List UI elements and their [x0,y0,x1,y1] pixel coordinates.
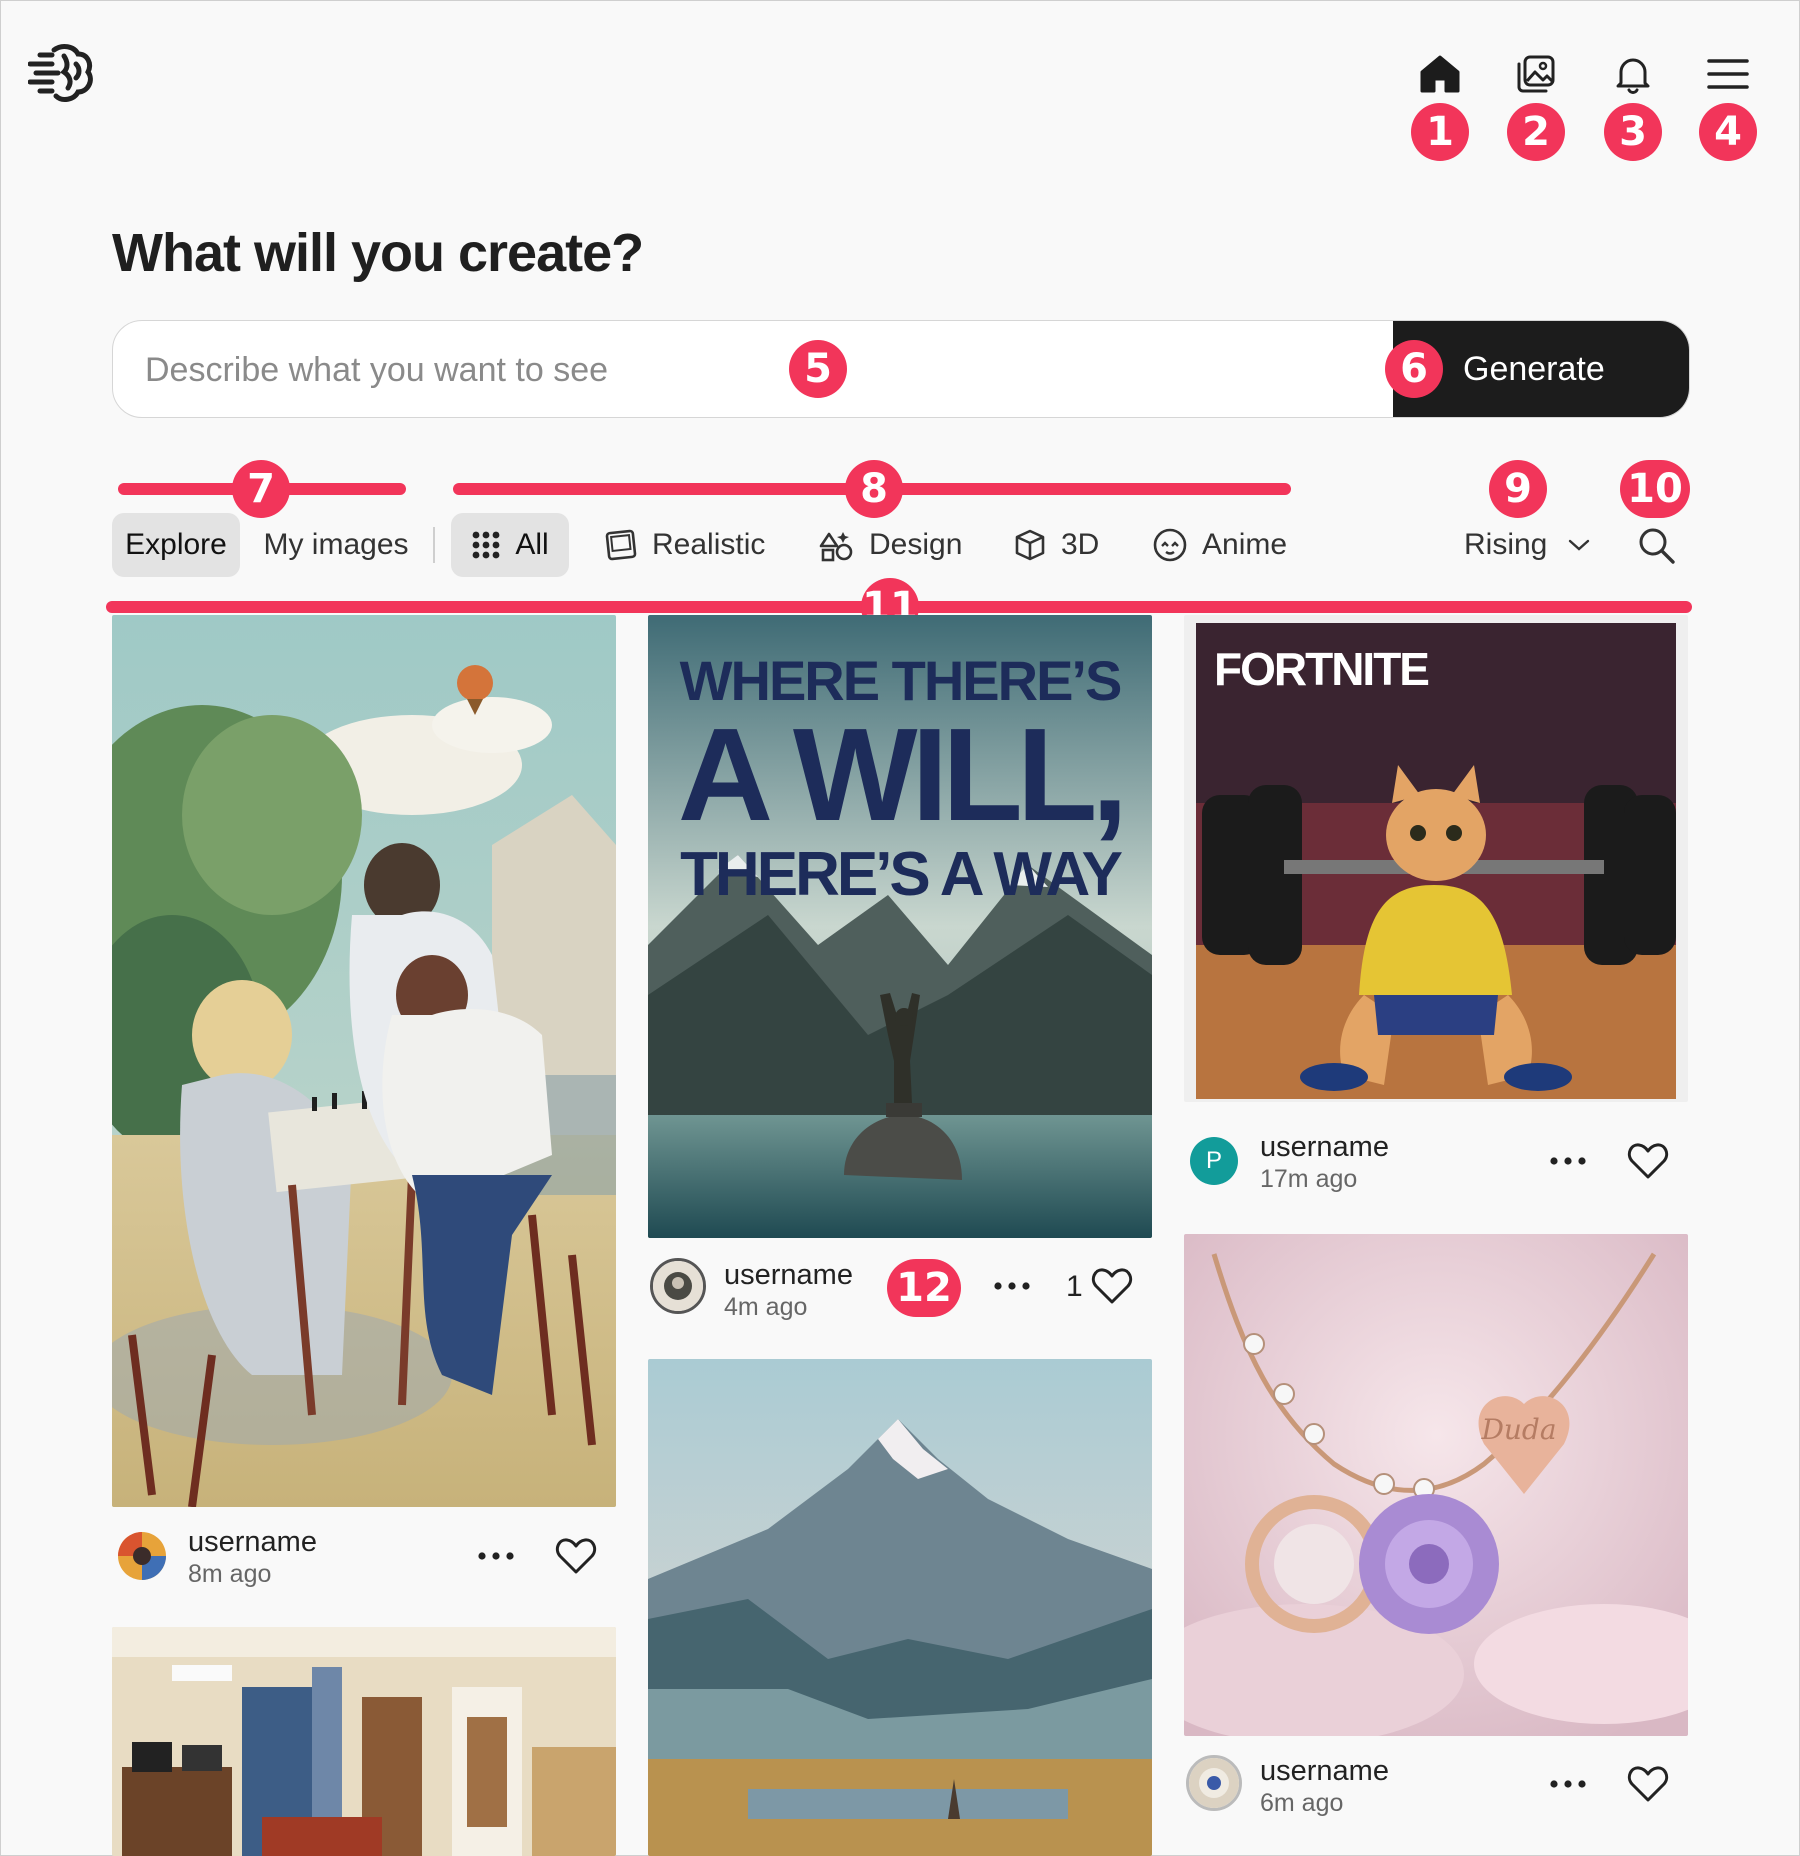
feed-image-room[interactable] [112,1627,616,1856]
poster-line-2: A WILL, [678,701,1122,848]
feed-image-chess-painting[interactable] [112,615,616,1507]
feed-image-gym-cat[interactable]: FORTNITE [1184,615,1688,1102]
notifications-button[interactable] [1603,46,1663,102]
design-shapes-icon [819,532,853,562]
marker-5: 5 [789,340,847,398]
gallery-icon [1517,55,1555,93]
avatar[interactable] [1186,1755,1242,1811]
gallery-button[interactable] [1506,46,1566,102]
more-dots-icon [1550,1157,1586,1165]
search-button[interactable] [1632,513,1680,577]
fortnite-logo-text: FORTNITE [1214,643,1428,695]
prompt-input[interactable] [143,321,1397,417]
feed-image-motivation-poster[interactable]: WHERE THERE’S A WILL, THERE’S A WAY [648,615,1152,1238]
prompt-bar: Generate [112,320,1690,418]
menu-button[interactable] [1698,46,1758,102]
poster-line-3: THERE’S A WAY [680,840,1123,909]
marker-6: 6 [1385,340,1443,398]
avatar-image [1189,1758,1239,1808]
marker-7: 7 [232,460,290,518]
chevron-down-icon [1569,539,1590,551]
more-dots-icon [1550,1780,1586,1788]
card-time: 17m ago [1260,1165,1358,1193]
motivation-poster-image: WHERE THERE’S A WILL, THERE’S A WAY [648,615,1152,1238]
sort-selected-label: Rising [1464,528,1548,561]
cube-icon [1015,529,1045,561]
avatar[interactable] [650,1258,706,1314]
marker-1: 1 [1411,103,1469,161]
pendant-text: Duda [1480,1413,1556,1446]
sort-dropdown[interactable]: Rising [1464,513,1591,577]
card-username[interactable]: username [724,1259,853,1292]
category-anime-label: Anime [1202,528,1288,561]
category-realistic-label: Realistic [652,528,766,561]
avatar[interactable] [118,1532,166,1580]
feed-image-necklace[interactable]: Duda [1184,1234,1688,1736]
home-button[interactable] [1410,46,1470,102]
gym-cat-image: FORTNITE [1196,623,1676,1099]
marker-9: 9 [1489,460,1547,518]
category-3d-label: 3D [1061,528,1100,561]
category-anime[interactable]: Anime [1152,513,1287,577]
like-count: 1 [1066,1270,1083,1303]
heart-icon [1091,1268,1133,1304]
room-image [112,1627,616,1856]
category-3d[interactable]: 3D [1013,513,1099,577]
avatar-image [118,1532,166,1580]
card-username[interactable]: username [1260,1131,1389,1164]
more-options-button[interactable] [470,1536,522,1576]
heart-icon [1627,1143,1669,1179]
avatar[interactable]: P [1190,1137,1238,1185]
marker-2: 2 [1507,103,1565,161]
more-options-button[interactable] [1542,1141,1594,1181]
heart-icon [555,1538,597,1574]
marker-3: 3 [1604,103,1662,161]
search-icon [1639,528,1675,564]
card-username[interactable]: username [1260,1755,1389,1788]
photo-frame-icon [605,529,637,561]
card-time: 4m ago [724,1293,808,1321]
anime-face-icon [1153,528,1187,562]
feed-image-mountain-lake[interactable] [648,1359,1152,1856]
marker-8: 8 [845,460,903,518]
more-dots-icon [994,1282,1030,1290]
card-time: 8m ago [188,1560,272,1588]
card-username[interactable]: username [188,1526,317,1559]
avatar-image [653,1261,703,1311]
page-title: What will you create? [112,223,644,283]
tab-my-images[interactable]: My images [256,513,416,577]
mountain-lake-image [648,1359,1152,1856]
category-all-label: All [515,528,549,561]
brain-logo-icon[interactable] [27,42,96,104]
like-button[interactable] [548,1530,604,1582]
marker-10: 10 [1620,460,1690,518]
more-options-button[interactable] [986,1266,1038,1306]
like-button[interactable] [1084,1260,1140,1312]
card-time: 6m ago [1260,1789,1344,1817]
category-all[interactable]: All [451,513,569,577]
necklace-image: Duda [1184,1234,1688,1736]
tab-explore[interactable]: Explore [112,513,240,577]
like-button[interactable] [1620,1758,1676,1810]
like-button[interactable] [1620,1135,1676,1187]
tab-divider [433,527,435,563]
bell-icon [1616,58,1650,94]
marker-4: 4 [1699,103,1757,161]
category-realistic[interactable]: Realistic [604,513,765,577]
more-dots-icon [478,1552,514,1560]
grid-dots-icon [472,531,500,559]
chess-painting-image [112,615,616,1507]
home-icon [1420,55,1460,93]
category-design-label: Design [869,528,963,561]
marker-12: 12 [887,1259,961,1317]
menu-icon [1707,59,1749,89]
heart-icon [1627,1766,1669,1802]
more-options-button[interactable] [1542,1764,1594,1804]
category-design[interactable]: Design [817,513,962,577]
